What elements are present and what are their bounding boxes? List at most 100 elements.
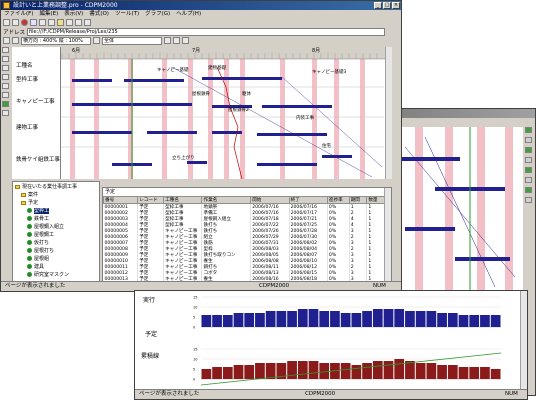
- history-icon[interactable]: [66, 19, 73, 26]
- chart-bar: [319, 311, 330, 327]
- minimize-button[interactable]: _: [374, 2, 382, 9]
- menu-graph[interactable]: グラフ(G): [145, 10, 170, 18]
- chart-bar: [458, 367, 469, 379]
- task-name-3[interactable]: 鉄骨ケイ組鉄工事: [16, 155, 60, 163]
- table-column-header[interactable]: 作業名: [201, 196, 252, 204]
- task-column: 工種名 型枠工事 キャノピー工事 建物工事 鉄骨ケイ組鉄工事: [12, 47, 61, 179]
- grid-icon[interactable]: [93, 37, 100, 44]
- tree-item[interactable]: 鉄骨工: [27, 216, 49, 223]
- tree-item[interactable]: 屋根組: [27, 256, 49, 263]
- month-label: 6月: [72, 48, 80, 54]
- home-icon[interactable]: [39, 19, 46, 26]
- favorites-icon[interactable]: [57, 19, 64, 26]
- background-window-titlebar: [393, 109, 535, 118]
- chart-bar: [405, 311, 415, 327]
- main-window-title: 設計いと上業務調整.pro - CDPM2000: [13, 2, 118, 9]
- link-icon[interactable]: [173, 37, 180, 44]
- print-icon[interactable]: [75, 19, 82, 26]
- zoom-icon[interactable]: [12, 37, 19, 44]
- task-annotation: 住宅: [322, 142, 331, 149]
- background-gantt: [395, 127, 523, 297]
- chart-bar: [447, 365, 458, 379]
- pointer-icon[interactable]: [2, 47, 9, 53]
- chart-bar: [201, 315, 212, 327]
- table-column-header[interactable]: 終了: [288, 196, 328, 204]
- month-label: 8月: [312, 48, 320, 54]
- tree-folder-cases[interactable]: 案件: [21, 192, 38, 199]
- chart-bar: [437, 313, 447, 327]
- menu-tools[interactable]: ツール(T): [115, 10, 139, 18]
- chart-tick-label: 15: [193, 348, 197, 352]
- text-tool-icon[interactable]: [2, 83, 9, 89]
- table-column-header[interactable]: 工種名: [163, 196, 203, 204]
- tree-item-selected[interactable]: 型枠工: [27, 208, 50, 215]
- chart-status-num: NUM: [505, 391, 518, 397]
- color-icon[interactable]: [2, 101, 9, 107]
- bar-tool-icon[interactable]: [2, 56, 9, 62]
- task-annotation: キャノピー基礎3: [312, 68, 346, 75]
- filter-select[interactable]: 全体: [102, 36, 162, 45]
- address-input[interactable]: file:///F:/CDPM/Release/Proj/Lex/235: [27, 27, 386, 36]
- chart-bar: [458, 315, 469, 327]
- task-bar: [124, 79, 184, 82]
- chart-scrollbar[interactable]: [520, 291, 527, 390]
- table-column-header[interactable]: 数量: [366, 196, 385, 204]
- back-icon[interactable]: [3, 19, 10, 26]
- tree-item[interactable]: 屋根鋼工: [27, 232, 54, 239]
- tree-item[interactable]: 仮打ち: [27, 240, 49, 247]
- chart-bar: [222, 367, 233, 379]
- table-column-header[interactable]: 番号: [103, 196, 139, 204]
- chart-tick-label: 10: [193, 358, 197, 362]
- tree-folder-plan[interactable]: 予定: [21, 200, 38, 207]
- chart-bar: [244, 365, 255, 379]
- chart-status-app: CDPM2000: [305, 391, 336, 397]
- table-column-header[interactable]: 進捗率: [326, 196, 350, 204]
- arrow-tool-icon[interactable]: [2, 74, 9, 80]
- chart-icon[interactable]: [182, 37, 189, 44]
- tree-root[interactable]: 現在いたる業仕事調工事: [15, 184, 77, 191]
- menu-view[interactable]: 表示(V): [64, 10, 83, 18]
- cursor-icon[interactable]: [3, 37, 10, 44]
- close-button[interactable]: ×: [392, 2, 400, 9]
- task-bar: [72, 79, 112, 82]
- chart-bar: [415, 363, 426, 379]
- search-icon[interactable]: [48, 19, 55, 26]
- menu-help[interactable]: ヘルプ(H): [176, 10, 201, 18]
- task-name-2[interactable]: 建物工事: [16, 123, 38, 131]
- chart-bar: [415, 311, 426, 327]
- project-tree: 現在いたる業仕事調工事 案件 予定 型枠工 鉄骨工 屋根鋼入組立 屋根鋼工 仮打…: [12, 181, 100, 283]
- menu-file[interactable]: ファイル(F): [4, 10, 33, 18]
- chart-bar: [340, 363, 351, 379]
- menu-format[interactable]: 書式(O): [89, 10, 109, 18]
- maximize-button[interactable]: □: [383, 2, 391, 9]
- refresh-icon[interactable]: [30, 19, 37, 26]
- main-window: 設計いと上業務調整.pro - CDPM2000 _ □ × ファイル(F) 編…: [0, 0, 402, 292]
- chart-bar: [308, 361, 319, 379]
- forward-icon[interactable]: [12, 19, 19, 26]
- chart-status-bar: ページが表示されました CDPM2000 NUM: [135, 389, 527, 399]
- chart-bar: [437, 365, 447, 379]
- holiday-column: [360, 59, 365, 179]
- edit-icon[interactable]: [84, 19, 91, 26]
- zoom-select[interactable]: 横方向 : 400% 縦 : 100%: [21, 36, 91, 45]
- table-column-header[interactable]: レコード: [137, 196, 165, 204]
- task-name-1[interactable]: キャノピー工事: [16, 97, 55, 105]
- tree-item[interactable]: 屋根打ち: [27, 248, 54, 255]
- delete-icon[interactable]: [2, 110, 9, 116]
- table-scrollbar[interactable]: [384, 188, 391, 282]
- menu-edit[interactable]: 編集(E): [39, 10, 58, 18]
- table-column-header[interactable]: 期間: [348, 196, 368, 204]
- tree-item[interactable]: 建具: [27, 264, 44, 271]
- bar-icon[interactable]: [164, 37, 171, 44]
- line-tool-icon[interactable]: [2, 92, 9, 98]
- standard-toolbar: [1, 18, 401, 27]
- chart-bar: [233, 365, 244, 379]
- task-name-0[interactable]: 型枠工事: [16, 75, 38, 83]
- gantt-scrollbar[interactable]: [385, 47, 392, 179]
- table-title: 予定: [105, 189, 116, 195]
- stop-icon[interactable]: [21, 19, 28, 26]
- table-column-header[interactable]: 開始: [250, 196, 290, 204]
- tree-item[interactable]: 屋根鋼入組立: [27, 224, 64, 231]
- tree-item[interactable]: 研究室マスクン: [27, 272, 69, 279]
- milestone-icon[interactable]: [2, 65, 9, 71]
